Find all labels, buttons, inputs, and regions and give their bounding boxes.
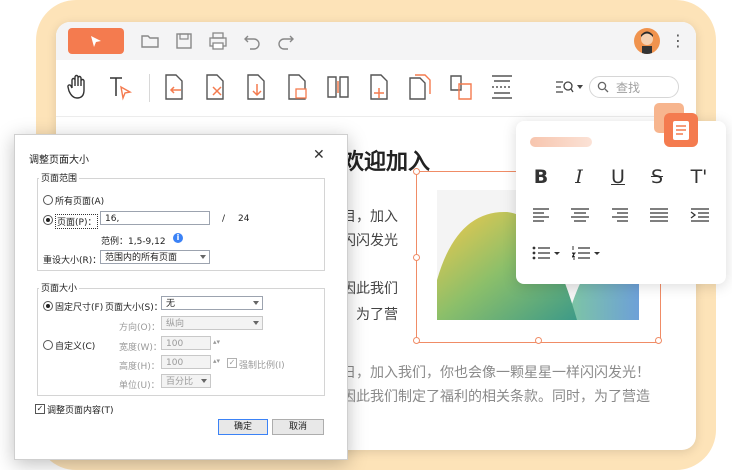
toolbar-divider [149, 74, 150, 102]
fixed-size-radio[interactable] [43, 301, 53, 311]
document-text-line: 闪闪发光 [342, 233, 398, 249]
chevron-down-icon [253, 321, 259, 325]
undo-icon[interactable] [242, 31, 262, 51]
split-page-icon[interactable] [324, 72, 352, 102]
width-stepper[interactable]: ▴▾ [213, 338, 220, 346]
resize-handle[interactable] [413, 337, 420, 344]
user-avatar[interactable] [634, 28, 660, 54]
lock-ratio-checkbox[interactable]: ✓ [227, 358, 237, 368]
orientation-value: 纵向 [166, 319, 185, 329]
indent-icon[interactable] [690, 207, 710, 223]
redo-icon[interactable] [276, 31, 296, 51]
height-label: 高度(H)： [119, 362, 160, 372]
resize-page-dialog: 调整页面大小 ✕ 页面范围 所有页面(A) 页面(P)： 16, / 24 范例… [14, 134, 348, 460]
save-icon[interactable] [174, 31, 194, 51]
resize-handle[interactable] [413, 254, 420, 261]
align-right-icon[interactable] [609, 207, 629, 223]
orientation-select[interactable]: 纵向 [161, 316, 263, 330]
resize-scope-select[interactable]: 范围内的所有页面 [100, 250, 210, 264]
align-left-icon[interactable] [532, 207, 552, 223]
lock-ratio-label: 强制比例(I) [239, 361, 285, 371]
delete-page-icon[interactable] [201, 72, 229, 102]
page-size-field-label: 页面大小(S)： [105, 303, 163, 313]
document-text-line: ，为了营 [342, 307, 398, 323]
total-pages: 24 [238, 214, 250, 224]
align-center-icon[interactable] [570, 207, 590, 223]
pen-logo-icon [91, 36, 101, 47]
resize-handle[interactable] [535, 337, 542, 344]
underline-icon[interactable]: U [605, 165, 631, 189]
extract-page-icon[interactable] [242, 72, 270, 102]
unit-value: 百分比 [166, 377, 194, 387]
resize-scope-value: 范围内的所有页面 [105, 253, 178, 263]
width-label: 宽度(W)： [119, 343, 162, 353]
page-range-label: 页面范围 [39, 171, 80, 184]
all-pages-label: 所有页面(A) [55, 197, 105, 207]
print-icon[interactable] [208, 31, 228, 51]
align-justify-icon[interactable] [649, 207, 669, 223]
pages-input[interactable]: 16, [100, 211, 210, 225]
folder-icon[interactable] [140, 31, 160, 51]
ok-button[interactable]: 确定 [218, 419, 268, 435]
adjust-content-label: 调整页面内容(T) [47, 406, 114, 416]
more-menu-button[interactable]: ⋮ [670, 30, 686, 52]
custom-size-radio[interactable] [43, 340, 53, 350]
superscript-icon[interactable]: T' [686, 165, 712, 189]
main-toolbar: 查找 [56, 60, 696, 117]
insert-page-icon[interactable] [160, 72, 188, 102]
strikethrough-icon[interactable]: S [644, 165, 670, 189]
bold-icon[interactable]: B [528, 165, 554, 189]
pages-radio[interactable] [43, 215, 53, 225]
numbered-list-icon[interactable] [572, 245, 602, 261]
document-text-line: 因此我们 [342, 281, 398, 297]
duplicate-page-icon[interactable] [406, 72, 434, 102]
search-icon [597, 81, 609, 93]
resize-label: 重设大小(R)： [43, 256, 102, 266]
chevron-down-icon [200, 255, 206, 259]
cancel-button[interactable]: 取消 [272, 419, 324, 435]
page-size-label: 页面大小 [39, 281, 80, 294]
replace-page-icon[interactable] [447, 72, 475, 102]
hand-tool-icon[interactable] [64, 72, 92, 102]
dialog-title: 调整页面大小 [29, 155, 89, 166]
bullet-list-icon[interactable] [532, 245, 562, 261]
height-input[interactable]: 100 [161, 355, 211, 369]
document-badge-icon [654, 103, 698, 147]
resize-handle[interactable] [413, 168, 420, 175]
adjust-content-checkbox[interactable]: ✓ [35, 404, 45, 414]
text-select-icon[interactable] [106, 72, 134, 102]
orientation-label: 方向(O)： [119, 323, 161, 333]
title-bar: ⋮ [56, 22, 696, 60]
search-box[interactable]: 查找 [589, 76, 679, 98]
custom-size-label: 自定义(C) [55, 342, 96, 352]
chevron-down-icon [253, 301, 259, 305]
app-logo-button[interactable] [68, 28, 124, 54]
page-size-select[interactable]: 无 [161, 296, 263, 310]
page-size-value: 无 [166, 299, 176, 309]
document-text-line: 日，加入我们，你也会像一颗星星一样闪闪发光！ [342, 365, 650, 381]
fixed-size-label: 固定尺寸(F) [55, 303, 104, 313]
all-pages-radio[interactable] [43, 195, 53, 205]
pages-slash: / [222, 214, 226, 224]
document-text-line: 因此我们制定了福利的相关条款。同时，为了营造 [342, 389, 650, 405]
pages-label: 页面(P)： [55, 214, 99, 229]
crop-page-icon[interactable] [365, 72, 393, 102]
resize-handle[interactable] [655, 337, 662, 344]
search-input[interactable]: 查找 [616, 79, 640, 96]
width-input[interactable]: 100 [161, 336, 211, 350]
format-panel-header-bar [530, 137, 592, 147]
search-options-icon[interactable] [554, 79, 584, 95]
chevron-down-icon [201, 379, 207, 383]
unit-label: 单位(U)： [119, 381, 160, 391]
close-icon[interactable]: ✕ [313, 147, 325, 163]
range-example: 范例：1,5-9,12 [101, 237, 166, 247]
height-stepper[interactable]: ▴▾ [213, 357, 220, 365]
header-footer-icon[interactable] [488, 72, 516, 102]
document-text-line: 目，加入 [342, 209, 398, 225]
info-icon[interactable]: i [173, 233, 183, 243]
italic-icon[interactable]: I [566, 165, 592, 189]
avatar-face-icon [641, 31, 653, 54]
page-number-icon[interactable] [283, 72, 311, 102]
unit-select[interactable]: 百分比 [161, 374, 211, 388]
